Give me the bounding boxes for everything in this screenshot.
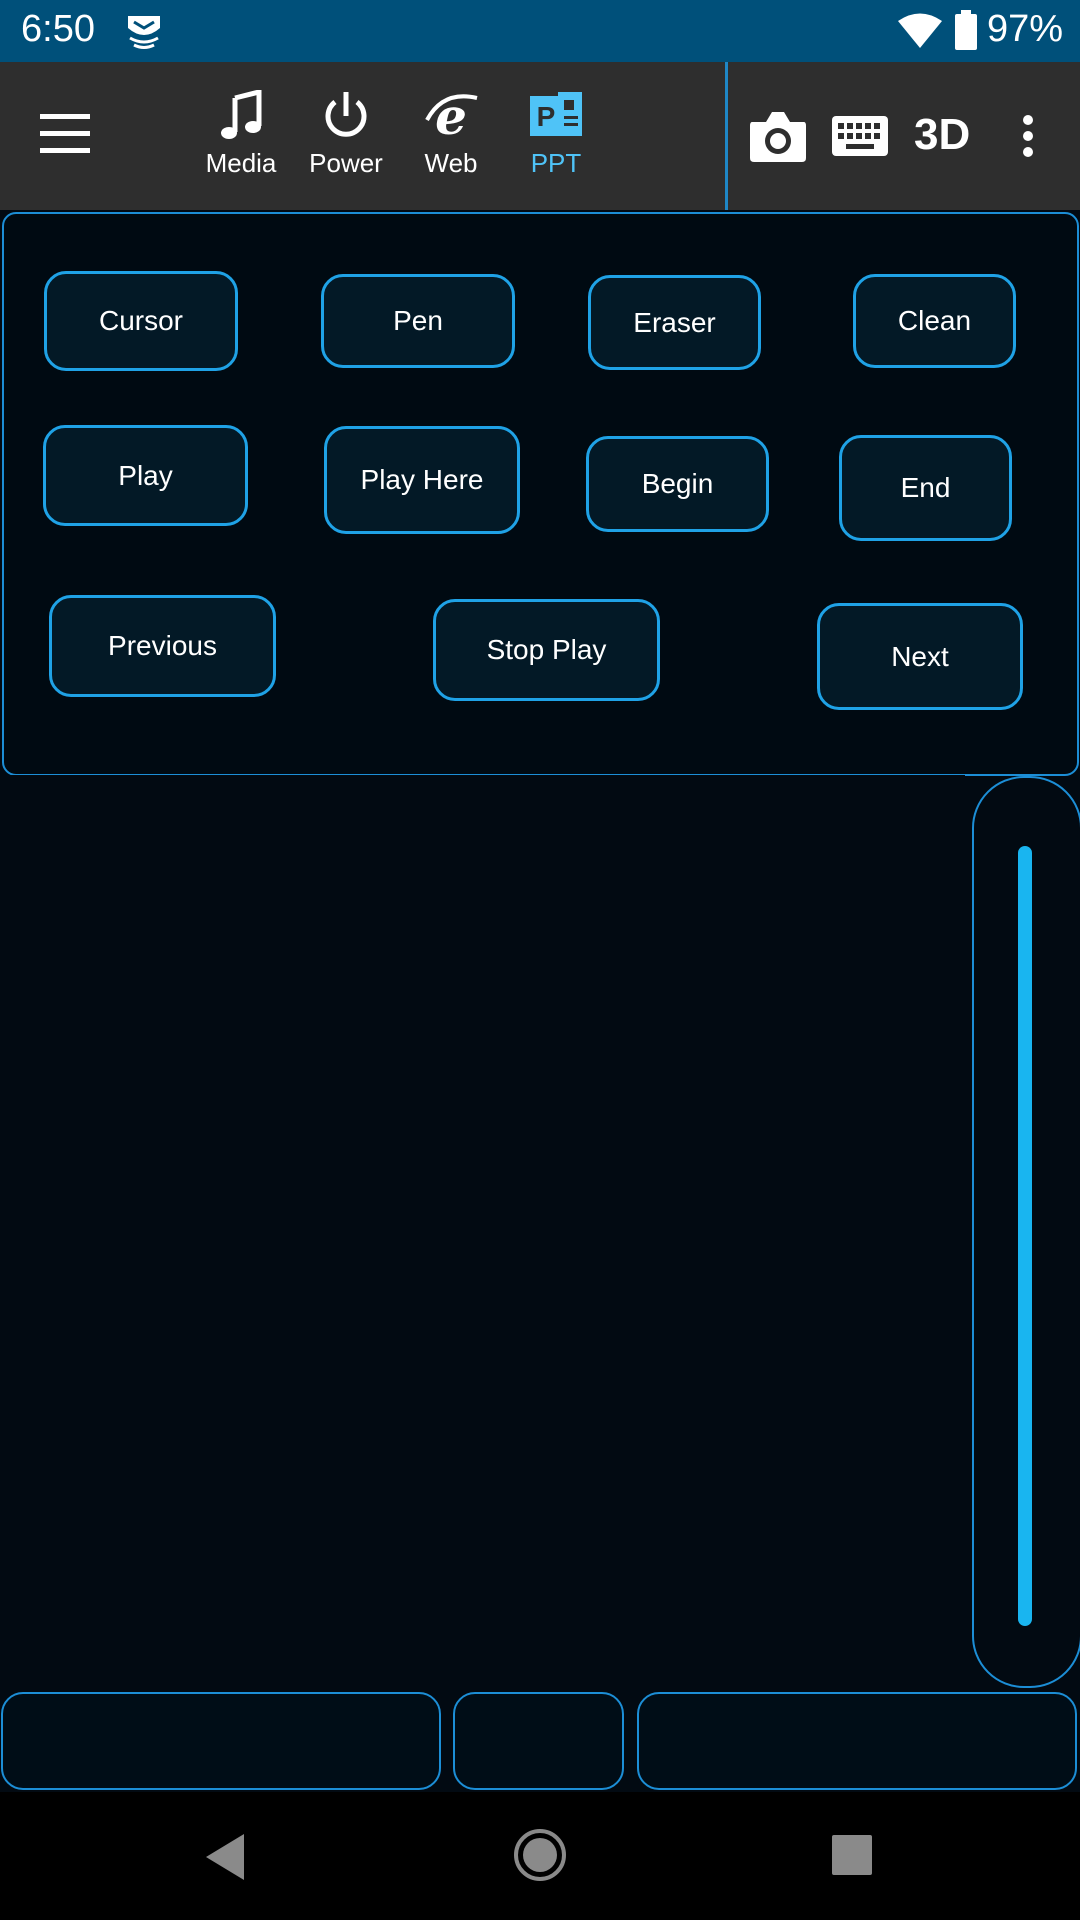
next-button[interactable]: Next — [817, 603, 1023, 710]
power-icon — [325, 92, 367, 137]
recents-icon[interactable] — [831, 1834, 873, 1876]
status-bar: 6:50 97% — [0, 0, 1080, 62]
previous-button[interactable]: Previous — [49, 595, 276, 697]
status-time: 6:50 — [21, 8, 95, 50]
play-button[interactable]: Play — [43, 425, 248, 526]
battery-icon — [955, 10, 977, 50]
mode-3d-button[interactable]: 3D — [914, 110, 970, 160]
toolbar-divider — [725, 62, 728, 210]
end-button[interactable]: End — [839, 435, 1012, 541]
music-note-icon — [221, 90, 262, 139]
pen-button[interactable]: Pen — [321, 274, 515, 368]
powerpoint-icon: P — [530, 92, 582, 136]
scroll-bar[interactable] — [1018, 846, 1032, 1626]
tab-web[interactable]: e Web — [401, 90, 501, 190]
tab-ppt[interactable]: P PPT — [506, 90, 606, 190]
tab-label: Media — [205, 148, 277, 178]
battery-percent: 97% — [987, 8, 1064, 50]
left-click-button[interactable] — [1, 1692, 441, 1790]
camera-icon[interactable] — [748, 108, 808, 164]
keyboard-icon[interactable] — [832, 116, 888, 156]
tab-media[interactable]: Media — [191, 90, 291, 190]
home-icon[interactable] — [513, 1828, 567, 1882]
hamburger-menu-icon[interactable] — [40, 112, 98, 156]
right-click-button[interactable] — [637, 1692, 1077, 1790]
clean-button[interactable]: Clean — [853, 274, 1016, 368]
svg-text:P: P — [537, 101, 556, 132]
eraser-button[interactable]: Eraser — [588, 275, 761, 370]
toolbar: Media Power e Web P PPT 3D — [0, 62, 1080, 210]
ppt-button-panel: Cursor Pen Eraser Clean Play Play Here B… — [2, 212, 1079, 776]
tab-label: Web — [424, 148, 478, 178]
wifi-icon — [898, 13, 942, 48]
internet-explorer-icon: e — [425, 90, 478, 142]
tab-label: PPT — [530, 148, 582, 178]
navigation-bar — [0, 1792, 1080, 1920]
tab-label: Power — [309, 148, 383, 178]
begin-button[interactable]: Begin — [586, 436, 769, 532]
middle-click-button[interactable] — [453, 1692, 624, 1790]
back-icon[interactable] — [204, 1832, 248, 1882]
notification-app-icon — [128, 16, 160, 49]
play-here-button[interactable]: Play Here — [324, 426, 520, 534]
cursor-button[interactable]: Cursor — [44, 271, 238, 371]
stop-play-button[interactable]: Stop Play — [433, 599, 660, 701]
touchpad-area[interactable] — [0, 775, 965, 1685]
tab-power[interactable]: Power — [296, 90, 396, 190]
more-vert-icon[interactable] — [1015, 114, 1041, 158]
